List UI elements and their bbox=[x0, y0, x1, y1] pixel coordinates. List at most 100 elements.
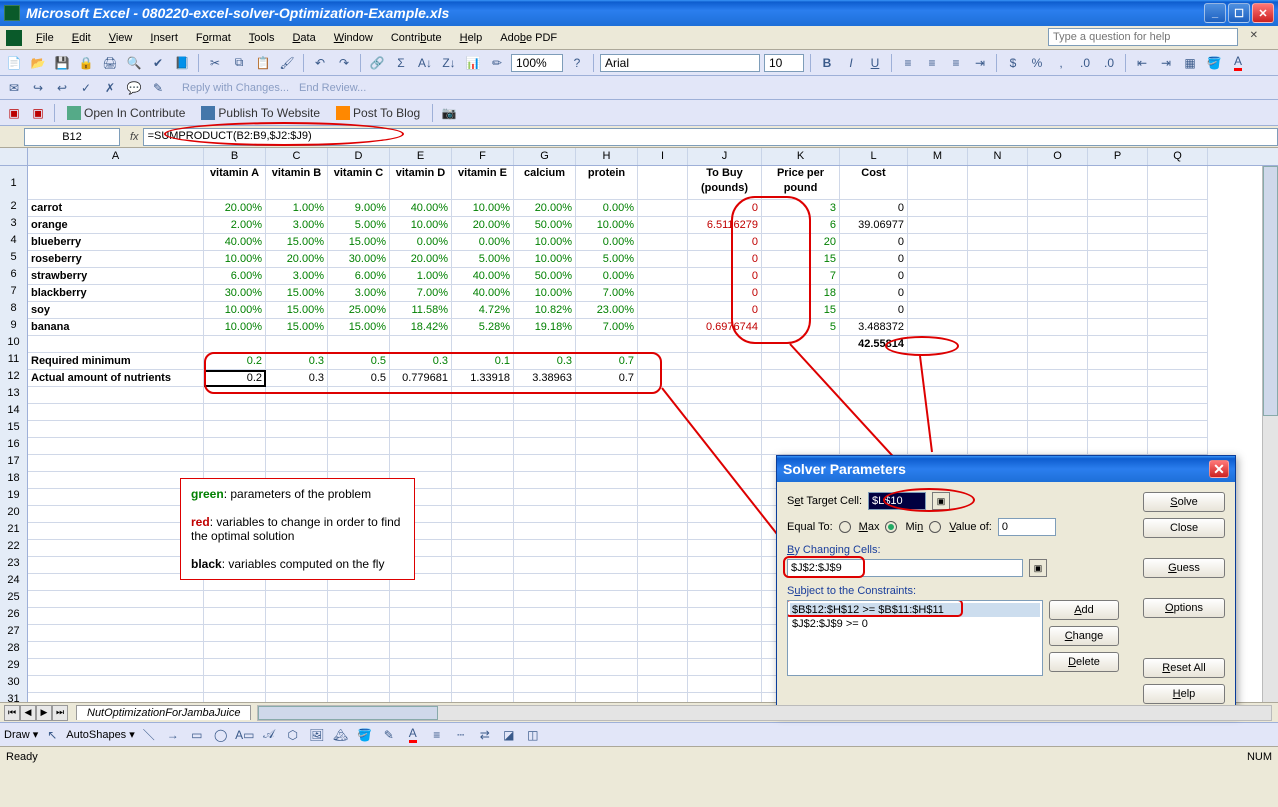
row-head-6[interactable]: 6 bbox=[0, 268, 28, 285]
row-head-25[interactable]: 25 bbox=[0, 591, 28, 608]
col-L[interactable]: L bbox=[840, 148, 908, 165]
cell-J22[interactable] bbox=[688, 540, 762, 557]
row-head-9[interactable]: 9 bbox=[0, 319, 28, 336]
cell-O4[interactable] bbox=[1028, 234, 1088, 251]
preview-icon[interactable]: 🔍 bbox=[124, 53, 144, 73]
cell-C1[interactable]: vitamin B bbox=[266, 166, 328, 200]
cell-M3[interactable] bbox=[908, 217, 968, 234]
menu-file[interactable]: File bbox=[28, 29, 62, 47]
cell-B9[interactable]: 10.00% bbox=[204, 319, 266, 336]
row-head-20[interactable]: 20 bbox=[0, 506, 28, 523]
cell-I27[interactable] bbox=[638, 625, 688, 642]
cell-M11[interactable] bbox=[908, 353, 968, 370]
horizontal-scrollbar[interactable] bbox=[257, 705, 1272, 721]
cell-P13[interactable] bbox=[1088, 387, 1148, 404]
cell-A28[interactable] bbox=[28, 642, 204, 659]
cell-A26[interactable] bbox=[28, 608, 204, 625]
row-head-8[interactable]: 8 bbox=[0, 302, 28, 319]
change-cells-input[interactable] bbox=[787, 559, 1023, 577]
cell-L1[interactable]: Cost bbox=[840, 166, 908, 200]
cell-B17[interactable] bbox=[204, 455, 266, 472]
cell-H1[interactable]: protein bbox=[576, 166, 638, 200]
cell-E17[interactable] bbox=[390, 455, 452, 472]
cell-H26[interactable] bbox=[576, 608, 638, 625]
cell-G25[interactable] bbox=[514, 591, 576, 608]
cell-B1[interactable]: vitamin A bbox=[204, 166, 266, 200]
cell-A22[interactable] bbox=[28, 540, 204, 557]
cell-O7[interactable] bbox=[1028, 285, 1088, 302]
cell-J13[interactable] bbox=[688, 387, 762, 404]
maximize-button[interactable]: ☐ bbox=[1228, 3, 1250, 23]
cell-J6[interactable]: 0 bbox=[688, 268, 762, 285]
dec-decimal-icon[interactable]: .0 bbox=[1099, 53, 1119, 73]
col-I[interactable]: I bbox=[638, 148, 688, 165]
cell-N3[interactable] bbox=[968, 217, 1028, 234]
dash-style-icon[interactable]: ┄ bbox=[451, 725, 471, 745]
cell-H15[interactable] bbox=[576, 421, 638, 438]
cell-J8[interactable]: 0 bbox=[688, 302, 762, 319]
cell-B6[interactable]: 6.00% bbox=[204, 268, 266, 285]
cell-D15[interactable] bbox=[328, 421, 390, 438]
font-color-icon[interactable]: A bbox=[1228, 53, 1248, 73]
row-head-16[interactable]: 16 bbox=[0, 438, 28, 455]
col-K[interactable]: K bbox=[762, 148, 840, 165]
col-A[interactable]: A bbox=[28, 148, 204, 165]
cell-N15[interactable] bbox=[968, 421, 1028, 438]
col-J[interactable]: J bbox=[688, 148, 762, 165]
cell-Q2[interactable] bbox=[1148, 200, 1208, 217]
cell-D31[interactable] bbox=[328, 693, 390, 702]
cell-Q4[interactable] bbox=[1148, 234, 1208, 251]
percent-icon[interactable]: % bbox=[1027, 53, 1047, 73]
cell-F23[interactable] bbox=[452, 557, 514, 574]
cell-G28[interactable] bbox=[514, 642, 576, 659]
cell-I22[interactable] bbox=[638, 540, 688, 557]
cell-L6[interactable]: 0 bbox=[840, 268, 908, 285]
cell-P16[interactable] bbox=[1088, 438, 1148, 455]
cell-N5[interactable] bbox=[968, 251, 1028, 268]
row-head-5[interactable]: 5 bbox=[0, 251, 28, 268]
clipart-icon[interactable]: 🖼 bbox=[307, 725, 327, 745]
cell-M16[interactable] bbox=[908, 438, 968, 455]
row-head-21[interactable]: 21 bbox=[0, 523, 28, 540]
cell-D10[interactable] bbox=[328, 336, 390, 353]
copy-icon[interactable]: ⧉ bbox=[229, 53, 249, 73]
cell-C14[interactable] bbox=[266, 404, 328, 421]
cell-G27[interactable] bbox=[514, 625, 576, 642]
cell-I17[interactable] bbox=[638, 455, 688, 472]
cell-I19[interactable] bbox=[638, 489, 688, 506]
cell-C12[interactable]: 0.3 bbox=[266, 370, 328, 387]
cell-D2[interactable]: 9.00% bbox=[328, 200, 390, 217]
vertical-scrollbar[interactable] bbox=[1262, 166, 1278, 702]
cell-B10[interactable] bbox=[204, 336, 266, 353]
cell-D6[interactable]: 6.00% bbox=[328, 268, 390, 285]
cell-P14[interactable] bbox=[1088, 404, 1148, 421]
row-head-23[interactable]: 23 bbox=[0, 557, 28, 574]
cell-K12[interactable] bbox=[762, 370, 840, 387]
3d-icon[interactable]: ◫ bbox=[523, 725, 543, 745]
cell-H13[interactable] bbox=[576, 387, 638, 404]
cell-F5[interactable]: 5.00% bbox=[452, 251, 514, 268]
row-head-12[interactable]: 12 bbox=[0, 370, 28, 387]
tab-prev-icon[interactable]: ◀ bbox=[20, 705, 36, 721]
row-head-13[interactable]: 13 bbox=[0, 387, 28, 404]
cell-F24[interactable] bbox=[452, 574, 514, 591]
cell-A17[interactable] bbox=[28, 455, 204, 472]
cell-C7[interactable]: 15.00% bbox=[266, 285, 328, 302]
select-all-corner[interactable] bbox=[0, 148, 28, 165]
cell-C6[interactable]: 3.00% bbox=[266, 268, 328, 285]
cell-G10[interactable] bbox=[514, 336, 576, 353]
cell-E12[interactable]: 0.779681 bbox=[390, 370, 452, 387]
col-N[interactable]: N bbox=[968, 148, 1028, 165]
new-icon[interactable]: 📄 bbox=[4, 53, 24, 73]
spell-icon[interactable]: ✔ bbox=[148, 53, 168, 73]
cell-B13[interactable] bbox=[204, 387, 266, 404]
cell-C8[interactable]: 15.00% bbox=[266, 302, 328, 319]
zoom-select[interactable] bbox=[511, 54, 563, 72]
cell-H7[interactable]: 7.00% bbox=[576, 285, 638, 302]
cell-I31[interactable] bbox=[638, 693, 688, 702]
cell-J25[interactable] bbox=[688, 591, 762, 608]
italic-icon[interactable]: I bbox=[841, 53, 861, 73]
cell-D14[interactable] bbox=[328, 404, 390, 421]
cell-I21[interactable] bbox=[638, 523, 688, 540]
row-head-17[interactable]: 17 bbox=[0, 455, 28, 472]
